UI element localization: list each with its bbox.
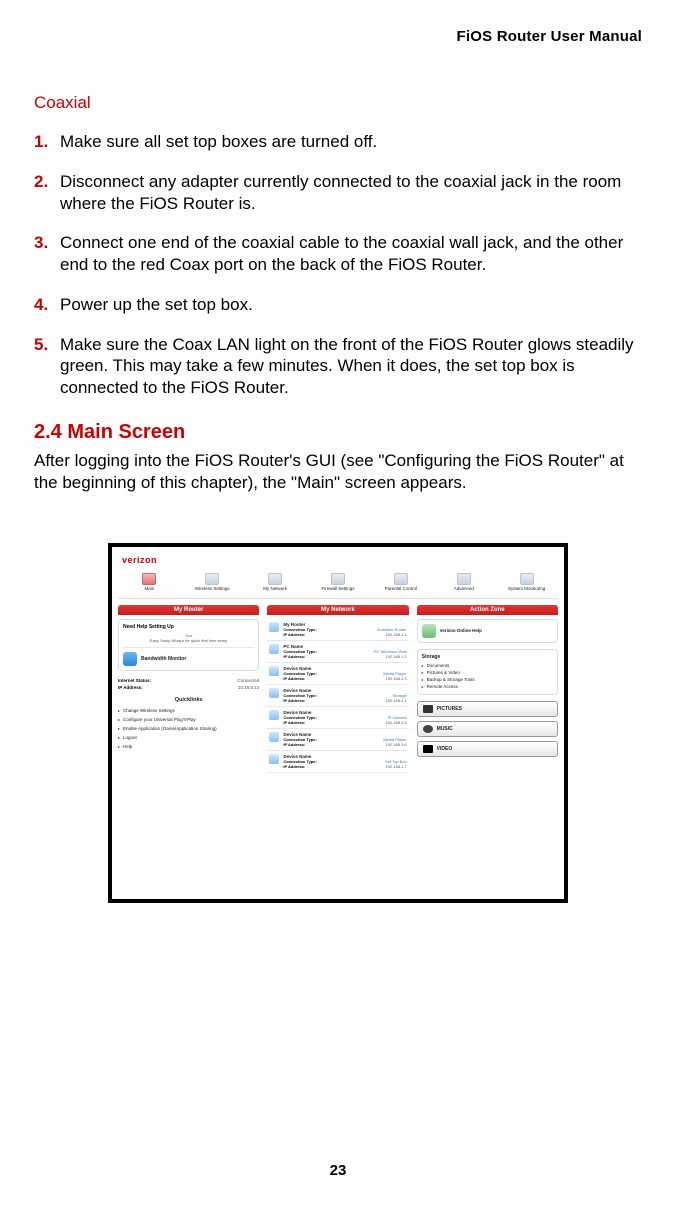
device-icon (269, 710, 279, 720)
help-icon (422, 624, 436, 638)
network-device[interactable]: PC NameConnection Type:PC Windows VistaI… (267, 641, 408, 663)
quicklink-app[interactable]: Enable Application (Game/Application Sha… (118, 724, 259, 733)
router-gui-screenshot: verizon Main Wireless Settings My Networ… (108, 543, 568, 903)
col-my-network: My Network My RouterConnection Type:Acti… (267, 605, 408, 890)
device-icon (269, 622, 279, 632)
tab-advanced[interactable]: Advanced (434, 573, 493, 592)
col-action-zone: Action Zone Verizon Online Help Storage … (417, 605, 558, 890)
coaxial-steps: 1.Make sure all set top boxes are turned… (34, 131, 642, 399)
bandwidth-label: Bandwidth Monitor (141, 656, 186, 662)
step-3: 3.Connect one end of the coaxial cable t… (34, 232, 642, 276)
parental-icon (394, 573, 408, 585)
bandwidth-monitor-link[interactable]: Bandwidth Monitor (123, 647, 254, 666)
tab-main[interactable]: Main (120, 573, 179, 592)
col-my-router-header: My Router (118, 605, 259, 615)
col-my-network-header: My Network (267, 605, 408, 615)
storage-pictures[interactable]: Pictures & Video (422, 669, 553, 676)
tab-network[interactable]: My Network (246, 573, 305, 592)
manual-title: FiOS Router User Manual (34, 28, 642, 45)
quicklink-help[interactable]: Help (118, 742, 259, 751)
nav-tabs: Main Wireless Settings My Network Firewa… (118, 569, 558, 599)
network-device[interactable]: Device NameConnection Type:Media PlayerI… (267, 729, 408, 751)
bandwidth-icon (123, 652, 137, 666)
storage-remote[interactable]: Remote Access (422, 683, 553, 690)
step-2-text: Disconnect any adapter currently connect… (60, 171, 642, 215)
help-badge[interactable]: Verizon Online Help (417, 619, 558, 643)
section-heading: 2.4 Main Screen (34, 421, 642, 444)
device-icon (269, 644, 279, 654)
home-icon (142, 573, 156, 585)
step-4-text: Power up the set top box. (60, 294, 642, 316)
network-icon (268, 573, 282, 585)
device-icon (269, 754, 279, 764)
step-4: 4.Power up the set top box. (34, 294, 642, 316)
tab-wireless[interactable]: Wireless Settings (183, 573, 242, 592)
section-body: After logging into the FiOS Router's GUI… (34, 450, 642, 494)
quicklink-upnp[interactable]: Configure your Universal Plug'n'Play (118, 715, 259, 724)
storage-title: Storage (422, 654, 553, 660)
quicklinks-list: Change Wireless Settings Configure your … (118, 706, 259, 751)
help-badge-text: Verizon Online Help (440, 628, 482, 633)
step-1-text: Make sure all set top boxes are turned o… (60, 131, 642, 153)
quicklink-wireless[interactable]: Change Wireless Settings (118, 706, 259, 715)
network-device[interactable]: Device NameConnection Type:Media PlayerI… (267, 663, 408, 685)
monitor-icon (520, 573, 534, 585)
tab-monitoring[interactable]: System Monitoring (497, 573, 556, 592)
music-button[interactable]: MUSIC (417, 721, 558, 737)
quicklink-logout[interactable]: Logout (118, 733, 259, 742)
step-5-text: Make sure the Coax LAN light on the fron… (60, 334, 642, 399)
step-5: 5.Make sure the Coax LAN light on the fr… (34, 334, 642, 399)
storage-documents[interactable]: Documents (422, 662, 553, 669)
network-device[interactable]: Device NameConnection Type:StorageIP Add… (267, 685, 408, 707)
page-number: 23 (0, 1162, 676, 1179)
tab-parental[interactable]: Parental Control (371, 573, 430, 592)
pictures-icon (423, 705, 433, 713)
video-icon (423, 745, 433, 753)
firewall-icon (331, 573, 345, 585)
device-icon (269, 732, 279, 742)
wireless-icon (205, 573, 219, 585)
storage-list: Documents Pictures & Video Backup & Stor… (422, 662, 553, 690)
storage-card: Storage Documents Pictures & Video Backu… (417, 649, 558, 695)
step-3-text: Connect one end of the coaxial cable to … (60, 232, 642, 276)
storage-backup[interactable]: Backup & Storage Tools (422, 676, 553, 683)
step-1: 1.Make sure all set top boxes are turned… (34, 131, 642, 153)
device-icon (269, 688, 279, 698)
device-icon (269, 666, 279, 676)
music-icon (423, 725, 433, 733)
col-action-zone-header: Action Zone (417, 605, 558, 615)
brand-logo: verizon (118, 555, 558, 569)
step-2: 2.Disconnect any adapter currently conne… (34, 171, 642, 215)
setup-card-sub2: Easy Setup Wizard for quick first time s… (123, 638, 254, 643)
tab-firewall[interactable]: Firewall Settings (309, 573, 368, 592)
col-my-router: My Router Need Help Setting Up Our Easy … (118, 605, 259, 890)
network-device[interactable]: Device NameConnection Type:IP CameraIP A… (267, 707, 408, 729)
coaxial-heading: Coaxial (34, 93, 642, 113)
quicklinks-title: Quicklinks (118, 697, 259, 703)
advanced-icon (457, 573, 471, 585)
setup-card: Need Help Setting Up Our Easy Setup Wiza… (118, 619, 259, 671)
pictures-button[interactable]: PICTURES (417, 701, 558, 717)
network-device[interactable]: Device NameConnection Type:Set Top BoxIP… (267, 751, 408, 773)
video-button[interactable]: VIDEO (417, 741, 558, 757)
router-status: Internet Status:Connected IP Address:10.… (118, 677, 259, 691)
setup-card-title: Need Help Setting Up (123, 624, 254, 630)
network-device[interactable]: My RouterConnection Type:Actiontec Route… (267, 619, 408, 641)
